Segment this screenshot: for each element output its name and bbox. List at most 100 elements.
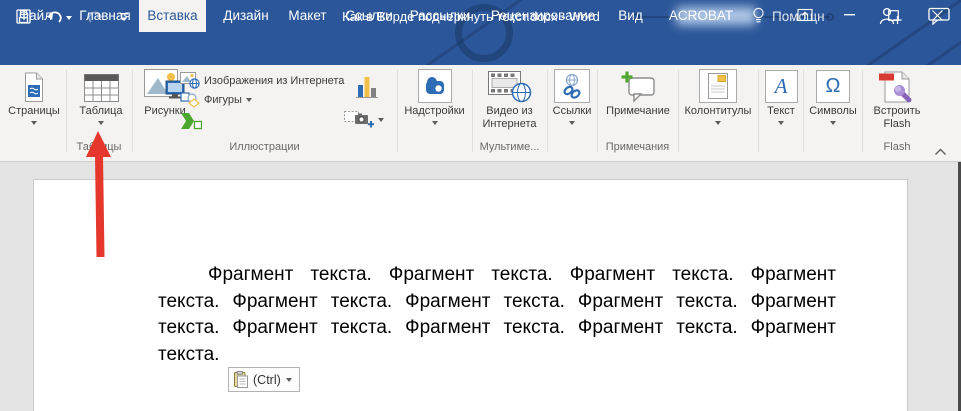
table-dropdown-arrow <box>98 121 104 125</box>
pages-button[interactable]: Страницы <box>4 67 64 125</box>
pages-dropdown-arrow <box>31 121 37 125</box>
paste-options-dropdown-arrow <box>286 378 292 382</box>
screenshot-button[interactable] <box>344 111 384 128</box>
paragraph-line[interactable]: Фрагмент текста. Фрагмент текста. Фрагме… <box>158 262 836 289</box>
header-footer-icon <box>708 73 728 99</box>
group-separator <box>547 70 548 152</box>
addins-iconbox <box>418 69 452 103</box>
embed-flash-icon <box>878 69 916 103</box>
table-button[interactable]: Таблица <box>70 67 132 125</box>
header-footer-iconbox <box>699 69 737 103</box>
paste-options-label: (Ctrl) <box>253 373 281 387</box>
links-button[interactable]: Ссылки <box>549 67 595 125</box>
addins-label: Надстройки <box>397 105 472 118</box>
links-iconbox <box>554 69 590 103</box>
smartart-icon <box>180 112 202 130</box>
tab-file[interactable]: Файл <box>12 0 59 32</box>
group-separator <box>803 70 804 152</box>
comment-button[interactable]: Примечание <box>599 67 677 118</box>
symbols-button[interactable]: Ω Символы <box>805 67 861 125</box>
paste-options-button[interactable]: (Ctrl) <box>228 367 300 392</box>
group-label-flash: Flash <box>862 141 932 155</box>
group-label-comments: Примечания <box>597 141 678 155</box>
pages-label: Страницы <box>4 105 64 118</box>
group-separator <box>758 70 759 152</box>
tab-home[interactable]: Главная <box>71 0 139 32</box>
online-pictures-label: Изображения из Интернета <box>204 75 344 87</box>
text-dropdown-arrow <box>778 121 784 125</box>
minimize-icon <box>844 14 855 16</box>
shapes-icon <box>180 92 200 108</box>
tab-references[interactable]: Ссылки <box>343 0 395 32</box>
word-window: Как в Ворде подчеркнуть текст.docx - Wor… <box>0 0 961 411</box>
tab-layout[interactable]: Макет <box>282 0 333 32</box>
text-label: Текст <box>760 105 802 118</box>
online-video-button[interactable]: Видео из Интернета <box>472 67 547 131</box>
chart-icon <box>356 73 378 99</box>
chevron-up-icon <box>934 148 947 156</box>
text-button[interactable]: A Текст <box>760 67 802 125</box>
addins-icon <box>424 75 446 97</box>
document-area: Фрагмент текста. Фрагмент текста. Фрагме… <box>0 162 961 411</box>
links-icon <box>560 73 584 99</box>
header-footer-dropdown-arrow <box>715 121 721 125</box>
group-label-media: Мультиме... <box>472 141 547 155</box>
links-dropdown-arrow <box>569 121 575 125</box>
smartart-button[interactable] <box>180 112 202 130</box>
chart-button[interactable] <box>356 73 378 99</box>
paragraph: Фрагмент текста. Фрагмент текста. Фрагме… <box>158 262 836 368</box>
ribbon-tab-bar <box>0 33 961 65</box>
links-label: Ссылки <box>549 105 595 118</box>
tab-view[interactable]: Вид <box>612 0 649 32</box>
text-icon: A <box>765 70 798 103</box>
lightbulb-icon <box>752 7 765 25</box>
header-footer-label: Колонтитулы <box>680 105 756 118</box>
group-separator <box>597 70 598 152</box>
shapes-button[interactable]: Фигуры <box>180 92 252 108</box>
embed-flash-button[interactable]: Встроить Flash <box>864 67 930 131</box>
minimize-button[interactable] <box>827 0 871 30</box>
shapes-label: Фигуры <box>204 94 242 106</box>
group-separator <box>678 70 679 152</box>
ribbon: Страницы Таблица Таблицы Рисунки Изображ… <box>0 65 961 162</box>
embed-flash-label: Встроить Flash <box>868 105 926 131</box>
table-label: Таблица <box>70 105 132 118</box>
new-comment-icon <box>621 71 655 103</box>
paragraph-line[interactable]: текста. Фрагмент текста. Фрагмент текста… <box>158 289 836 316</box>
screenshot-dropdown-arrow <box>378 118 384 122</box>
paste-options-icon <box>234 371 248 388</box>
screenshot-icon <box>344 111 374 128</box>
paragraph-line[interactable]: текста. Фрагмент текста. Фрагмент текста… <box>158 315 836 342</box>
tab-design[interactable]: Дизайн <box>215 0 277 32</box>
helper-label: Помощн <box>772 9 825 24</box>
online-pictures-button[interactable]: Изображения из Интернета <box>180 72 344 89</box>
header-footer-button[interactable]: Колонтитулы <box>680 67 756 125</box>
tab-review[interactable]: Рецензирование <box>485 0 601 32</box>
online-video-icon <box>488 70 532 103</box>
comment-bubble-icon <box>928 7 950 25</box>
paragraph-line[interactable]: текста. <box>158 342 836 369</box>
addins-dropdown-arrow <box>432 121 438 125</box>
group-separator <box>66 70 67 152</box>
group-label-tables: Таблицы <box>66 141 132 155</box>
symbols-dropdown-arrow <box>830 121 836 125</box>
tab-mailings[interactable]: Рассылки <box>407 0 473 32</box>
online-video-label: Видео из Интернета <box>475 105 545 131</box>
shapes-dropdown-arrow <box>246 98 252 102</box>
share-button[interactable] <box>878 0 902 32</box>
table-icon <box>84 74 119 103</box>
comments-panel-button[interactable] <box>928 0 950 32</box>
pages-icon <box>22 72 46 103</box>
collapse-ribbon-button[interactable] <box>934 143 947 161</box>
group-separator <box>862 70 863 152</box>
comment-label: Примечание <box>599 105 677 118</box>
online-pictures-icon <box>180 72 200 89</box>
tell-me-helper[interactable]: Помощн <box>752 0 825 32</box>
symbols-label: Символы <box>805 105 861 118</box>
tab-insert[interactable]: Вставка <box>139 0 206 32</box>
addins-button[interactable]: Надстройки <box>397 67 472 125</box>
document-page[interactable]: Фрагмент текста. Фрагмент текста. Фрагме… <box>33 179 908 411</box>
share-person-icon <box>878 7 902 25</box>
tab-acrobat[interactable]: ACROBAT <box>663 0 739 32</box>
group-separator <box>132 70 133 152</box>
